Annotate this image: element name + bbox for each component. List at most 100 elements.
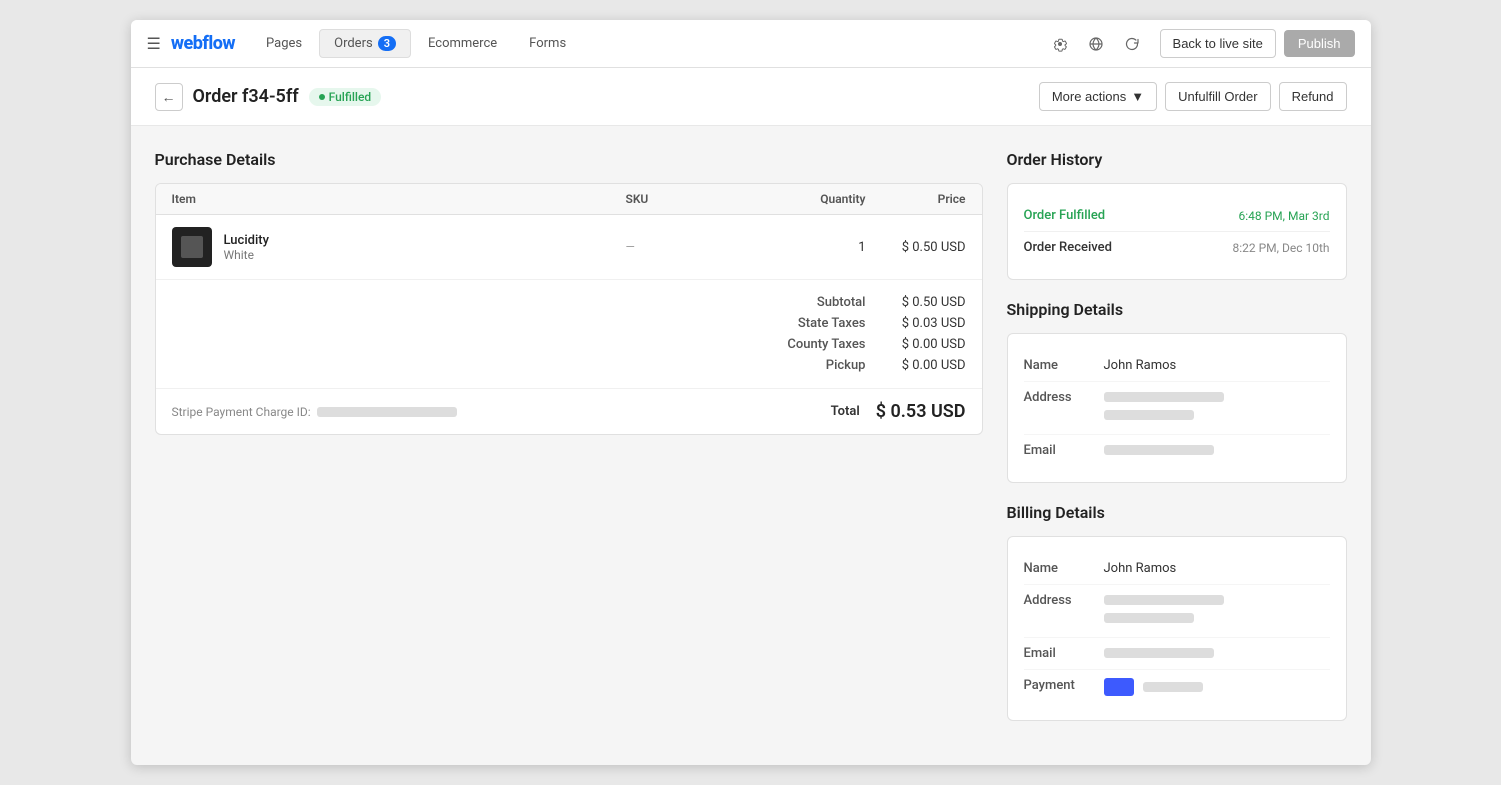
- stripe-charge-row: Stripe Payment Charge ID:: [172, 405, 457, 419]
- billing-email-row: Email: [1024, 638, 1330, 670]
- state-taxes-value: $ 0.03 USD: [866, 316, 966, 331]
- top-navigation: ☰ webflow Pages Orders 3 Ecommerce Forms: [131, 20, 1371, 68]
- nav-tabs: Pages Orders 3 Ecommerce Forms: [251, 29, 1044, 58]
- nav-actions: Back to live site Publish: [1160, 29, 1355, 58]
- shipping-email-label: Email: [1024, 443, 1104, 458]
- product-thumb-inner: [181, 236, 203, 258]
- shipping-details-card: Name John Ramos Address Email: [1007, 333, 1347, 483]
- history-item-fulfilled: Order Fulfilled 6:48 PM, Mar 3rd: [1024, 200, 1330, 232]
- product-name: Lucidity: [224, 233, 269, 248]
- product-variant: White: [224, 248, 269, 262]
- billing-email-value: [1104, 648, 1214, 658]
- publish-button[interactable]: Publish: [1284, 30, 1355, 57]
- history-item-received: Order Received 8:22 PM, Dec 10th: [1024, 232, 1330, 263]
- chevron-down-icon: ▼: [1131, 89, 1144, 104]
- main-content: Purchase Details Item SKU Quantity Price: [131, 126, 1371, 765]
- tab-pages[interactable]: Pages: [251, 29, 317, 58]
- history-time-fulfilled: 6:48 PM, Mar 3rd: [1238, 209, 1329, 223]
- purchase-details-card: Item SKU Quantity Price Lucidity White: [155, 183, 983, 435]
- county-taxes-value: $ 0.00 USD: [866, 337, 966, 352]
- total-final-row: Stripe Payment Charge ID: Total $ 0.53 U…: [156, 389, 982, 434]
- county-taxes-row: County Taxes $ 0.00 USD: [172, 334, 966, 355]
- billing-address-blurred-line2: [1104, 613, 1194, 623]
- stripe-charge-id: [317, 407, 457, 417]
- subtotal-label: Subtotal: [726, 295, 866, 310]
- shipping-address-row: Address: [1024, 382, 1330, 435]
- history-time-received: 8:22 PM, Dec 10th: [1232, 241, 1329, 255]
- purchase-details-title: Purchase Details: [155, 150, 983, 169]
- order-history-title: Order History: [1007, 150, 1347, 169]
- payment-badge-icon: [1104, 678, 1134, 696]
- pickup-label: Pickup: [726, 358, 866, 373]
- tab-ecommerce[interactable]: Ecommerce: [413, 29, 512, 58]
- hamburger-menu[interactable]: ☰: [147, 34, 161, 53]
- globe-icon[interactable]: [1080, 28, 1112, 60]
- billing-payment-row: Payment: [1024, 670, 1330, 704]
- shipping-name-value: John Ramos: [1104, 358, 1177, 373]
- state-taxes-label: State Taxes: [726, 316, 866, 331]
- totals-section: Subtotal $ 0.50 USD State Taxes $ 0.03 U…: [156, 280, 982, 389]
- billing-payment-label: Payment: [1024, 678, 1104, 696]
- billing-details-title: Billing Details: [1007, 503, 1347, 522]
- billing-address-label: Address: [1024, 593, 1104, 629]
- pickup-value: $ 0.00 USD: [866, 358, 966, 373]
- payment-text-blurred: [1143, 682, 1203, 692]
- more-actions-button[interactable]: More actions ▼: [1039, 82, 1157, 111]
- billing-address-value: [1104, 593, 1224, 629]
- sku-value: —: [626, 240, 746, 254]
- col-sku: SKU: [626, 192, 746, 206]
- shipping-email-value: [1104, 445, 1214, 455]
- unfulfill-order-button[interactable]: Unfulfill Order: [1165, 82, 1270, 111]
- billing-details-card: Name John Ramos Address Email Payment: [1007, 536, 1347, 721]
- fulfilled-badge: Fulfilled: [309, 88, 382, 106]
- pickup-row: Pickup $ 0.00 USD: [172, 355, 966, 376]
- fulfilled-dot: [319, 94, 325, 100]
- settings-icon[interactable]: [1044, 28, 1076, 60]
- order-history-card: Order Fulfilled 6:48 PM, Mar 3rd Order R…: [1007, 183, 1347, 280]
- county-taxes-label: County Taxes: [726, 337, 866, 352]
- billing-payment-value: [1104, 678, 1203, 696]
- billing-address-row: Address: [1024, 585, 1330, 638]
- item-cell: Lucidity White: [172, 227, 626, 267]
- tab-orders[interactable]: Orders 3: [319, 29, 411, 58]
- history-event-fulfilled-label: Order Fulfilled: [1024, 208, 1106, 223]
- history-event-received-label: Order Received: [1024, 240, 1112, 255]
- back-to-live-site-button[interactable]: Back to live site: [1160, 29, 1276, 58]
- subtotal-value: $ 0.50 USD: [866, 295, 966, 310]
- col-quantity: Quantity: [746, 192, 866, 206]
- back-button[interactable]: ←: [155, 83, 183, 111]
- billing-name-label: Name: [1024, 561, 1104, 576]
- address-blurred-line1: [1104, 392, 1224, 402]
- right-panel: Order History Order Fulfilled 6:48 PM, M…: [1007, 150, 1347, 741]
- shipping-name-label: Name: [1024, 358, 1104, 373]
- stripe-charge-label: Stripe Payment Charge ID:: [172, 405, 311, 419]
- brand-logo: webflow: [171, 33, 235, 54]
- order-title-row: ← Order f34-5ff Fulfilled: [155, 83, 382, 111]
- col-price: Price: [866, 192, 966, 206]
- shipping-address-value: [1104, 390, 1224, 426]
- subtotal-row: Subtotal $ 0.50 USD: [172, 292, 966, 313]
- left-panel: Purchase Details Item SKU Quantity Price: [155, 150, 983, 741]
- tab-forms[interactable]: Forms: [514, 29, 581, 58]
- shipping-details-title: Shipping Details: [1007, 300, 1347, 319]
- col-item: Item: [172, 192, 626, 206]
- billing-name-value: John Ramos: [1104, 561, 1177, 576]
- nav-icon-buttons: [1044, 28, 1148, 60]
- billing-email-label: Email: [1024, 646, 1104, 661]
- refresh-icon[interactable]: [1116, 28, 1148, 60]
- table-row: Lucidity White — 1 $ 0.50 USD: [156, 215, 982, 280]
- price-value: $ 0.50 USD: [866, 240, 966, 255]
- order-id: Order f34-5ff: [193, 86, 299, 107]
- orders-badge: 3: [378, 36, 396, 51]
- state-taxes-row: State Taxes $ 0.03 USD: [172, 313, 966, 334]
- shipping-address-label: Address: [1024, 390, 1104, 426]
- table-header: Item SKU Quantity Price: [156, 184, 982, 215]
- product-info: Lucidity White: [224, 233, 269, 262]
- content-header: ← Order f34-5ff Fulfilled More actions ▼…: [131, 68, 1371, 126]
- total-label: Total: [831, 404, 860, 419]
- total-value: $ 0.53 USD: [876, 401, 966, 422]
- refund-button[interactable]: Refund: [1279, 82, 1347, 111]
- billing-address-blurred-line1: [1104, 595, 1224, 605]
- total-amount-row: Total $ 0.53 USD: [831, 401, 966, 422]
- product-thumbnail: [172, 227, 212, 267]
